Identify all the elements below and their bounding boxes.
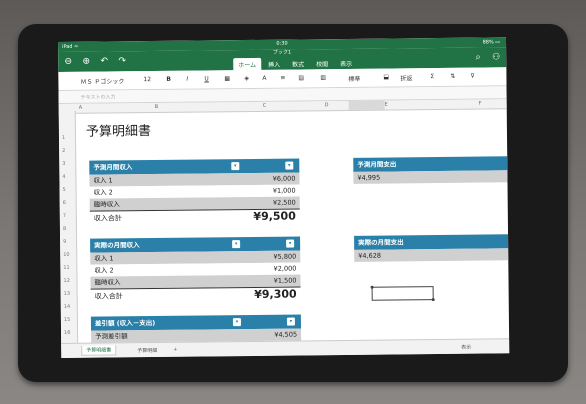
row-16[interactable]: 16 <box>64 330 70 336</box>
filter-dropdown-icon[interactable]: ▾ <box>232 318 241 327</box>
row-label: 臨時収入 <box>94 278 121 287</box>
sheet-tab[interactable]: 予算明細 <box>137 347 157 354</box>
total-row[interactable]: 収入合計 ¥9,300 <box>90 286 301 304</box>
difference-table: 差引額 (収入－支出) ▾ ▾ 予測差引額 ¥4,505 <box>90 314 302 343</box>
sheet-tab-active[interactable]: 予算明細書 <box>81 345 117 356</box>
number-format-select[interactable]: 標準 <box>348 74 360 83</box>
formula-input[interactable]: テキストの入力 <box>81 93 116 100</box>
table-row[interactable]: ¥4,995 <box>353 170 508 184</box>
filter-dropdown-icon[interactable]: ▾ <box>286 317 295 326</box>
filter-dropdown-icon[interactable]: ▾ <box>286 239 295 248</box>
document-name: ブック1 <box>272 49 292 56</box>
row-label: 予測差引額 <box>95 332 128 341</box>
row-label: 収入 2 <box>94 266 114 275</box>
row-7[interactable]: 7 <box>63 213 66 219</box>
row-12[interactable]: 12 <box>63 278 69 284</box>
row-value: ¥4,628 <box>358 251 382 260</box>
row-6[interactable]: 6 <box>63 200 66 206</box>
total-row[interactable]: 収入合計 ¥9,500 <box>89 208 300 226</box>
row-value: ¥2,000 <box>273 264 297 273</box>
col-c[interactable]: C <box>263 103 267 109</box>
total-label: 収入合計 <box>93 214 122 223</box>
font-color-icon[interactable]: A <box>262 75 266 82</box>
carrier-label: iPad ≈ <box>62 43 79 50</box>
row-15[interactable]: 15 <box>64 317 70 323</box>
row-5[interactable]: 5 <box>63 187 66 193</box>
row-value: ¥4,505 <box>274 330 298 339</box>
income-header-label: 予測月間収入 <box>93 163 133 172</box>
align-icon[interactable]: ≡ <box>280 75 285 82</box>
format-icon[interactable]: ⬓ <box>383 74 389 81</box>
actual-expense-table: 実際の月間支出 ¥4,628 <box>354 234 509 262</box>
merge-icon[interactable]: ▤ <box>298 74 304 81</box>
filter-icon[interactable]: ⊽ <box>470 73 474 80</box>
redo-icon[interactable]: ↷ <box>116 55 128 67</box>
row-9[interactable]: 9 <box>63 239 66 245</box>
share-icon[interactable]: ⚇ <box>490 51 502 63</box>
row-2[interactable]: 2 <box>62 148 65 154</box>
sort-icon[interactable]: ⇅ <box>450 73 455 80</box>
font-size-select[interactable]: 12 <box>143 76 151 83</box>
battery-indicator: 88% ▭ <box>482 39 501 46</box>
row-11[interactable]: 11 <box>63 265 69 271</box>
row-label: 臨時収入 <box>93 200 120 209</box>
row-value: ¥2,500 <box>272 198 296 207</box>
sum-icon[interactable]: Σ <box>430 73 434 80</box>
wrap-button[interactable]: 折返 <box>400 73 412 82</box>
actual-income-table: 実際の月間収入 ▾ ▾ 収入 1 ¥5,800 収入 2 ¥2,000 臨時収入 ¥1,5… <box>90 236 301 304</box>
total-value: ¥9,300 <box>254 287 297 301</box>
clock: 0:30 <box>276 40 288 47</box>
col-f[interactable]: F <box>479 101 482 107</box>
table-row[interactable]: ¥4,628 <box>354 248 509 262</box>
row-10[interactable]: 10 <box>63 252 69 258</box>
filter-dropdown-icon[interactable]: ▾ <box>231 162 240 171</box>
difference-header-label: 差引額 (収入－支出) <box>94 318 156 328</box>
row-value: ¥1,000 <box>272 186 296 195</box>
fill-color-icon[interactable]: ◈ <box>244 75 249 82</box>
col-b[interactable]: B <box>155 104 159 110</box>
sheet-title: 予算明細書 <box>85 124 152 140</box>
col-d[interactable]: D <box>325 102 329 108</box>
total-label: 収入合計 <box>94 292 123 301</box>
font-name-select[interactable]: ＭＳ Ｐゴシック <box>80 76 124 85</box>
view-label: 表示 <box>461 344 472 351</box>
row-value: ¥5,800 <box>273 252 297 261</box>
cell-style-icon[interactable]: ▥ <box>320 74 326 81</box>
income-table: 予測月間収入 ▾ ▾ 収入 1 ¥6,000 収入 2 ¥1,000 臨時収入 ¥2,50… <box>89 158 300 226</box>
row-value: ¥1,500 <box>273 276 297 285</box>
row-3[interactable]: 3 <box>62 161 65 167</box>
row-1[interactable]: 1 <box>62 135 65 141</box>
borders-icon[interactable]: ▦ <box>224 75 230 82</box>
italic-button[interactable]: I <box>186 76 188 83</box>
row-header: 1 2 3 4 5 6 7 8 9 10 11 12 13 14 15 16 <box>58 110 79 351</box>
add-sheet-button[interactable]: + <box>173 347 177 353</box>
undo-icon[interactable]: ↶ <box>98 55 110 67</box>
back-icon[interactable]: ⊖ <box>62 56 74 68</box>
bold-button[interactable]: B <box>166 76 171 83</box>
underline-button[interactable]: U <box>204 75 208 82</box>
row-8[interactable]: 8 <box>63 226 66 232</box>
col-a[interactable]: A <box>79 105 82 111</box>
row-label: 収入 1 <box>94 254 114 263</box>
row-label: 収入 2 <box>93 188 113 197</box>
total-value: ¥9,500 <box>253 209 296 223</box>
row-4[interactable]: 4 <box>62 174 65 180</box>
search-icon[interactable]: ⌕ <box>472 52 484 64</box>
predicted-expense-header-label: 予測月間支出 <box>357 160 397 169</box>
predicted-expense-table: 予測月間支出 ¥4,995 <box>353 156 508 184</box>
row-14[interactable]: 14 <box>64 304 70 310</box>
row-13[interactable]: 13 <box>64 291 70 297</box>
selected-cell[interactable] <box>371 286 434 301</box>
col-e[interactable]: E <box>385 102 388 108</box>
row-value: ¥6,000 <box>272 174 296 183</box>
tablet-screen: iPad ≈ 0:30 88% ▭ ブック1 ⊖ ⊕ ↶ ↷ ホーム 挿入 数式… <box>58 37 510 358</box>
row-label: 収入 1 <box>93 176 113 185</box>
file-icon[interactable]: ⊕ <box>80 56 92 68</box>
filter-dropdown-icon[interactable]: ▾ <box>285 161 294 170</box>
actual-income-header-label: 実際の月間収入 <box>94 241 140 250</box>
actual-expense-header-label: 実際の月間支出 <box>358 238 404 247</box>
filter-dropdown-icon[interactable]: ▾ <box>232 240 241 249</box>
selected-column-highlight <box>348 100 385 110</box>
row-value: ¥4,995 <box>357 173 381 182</box>
